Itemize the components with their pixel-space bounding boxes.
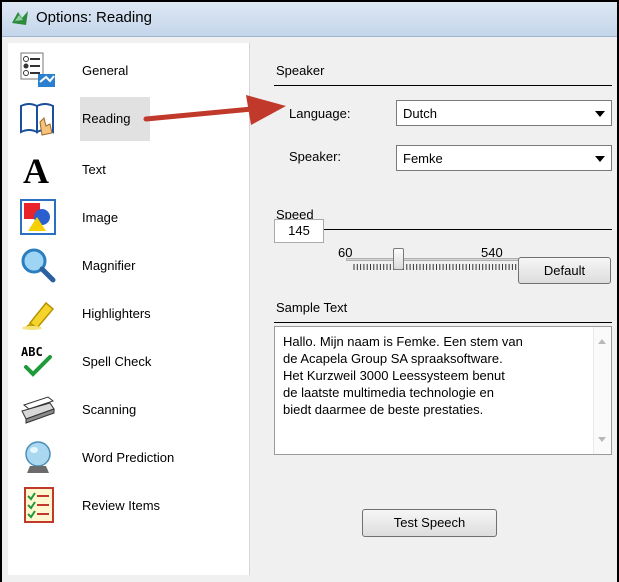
speaker-section-title: Speaker	[276, 63, 325, 78]
book-hand-icon	[20, 103, 54, 136]
sidebar-item-reading[interactable]: Reading	[8, 94, 249, 142]
speaker-value: Femke	[403, 151, 443, 166]
sidebar-item-magnifier[interactable]: Magnifier	[8, 241, 249, 289]
default-button[interactable]: Default	[518, 257, 611, 284]
sidebar-item-image[interactable]: Image	[8, 193, 249, 241]
sidebar-item-label: Scanning	[82, 402, 137, 417]
checklist-icon	[24, 487, 54, 523]
tick-marks	[353, 264, 517, 270]
options-sidebar: General Reading A Text Image Magnifier H…	[8, 43, 250, 575]
sidebar-item-label: Magnifier	[82, 258, 136, 273]
sidebar-item-label: Highlighters	[82, 306, 151, 321]
sidebar-item-label: Spell Check	[82, 354, 152, 369]
section-divider	[274, 85, 612, 86]
speaker-label: Speaker:	[289, 149, 342, 164]
scanner-icon	[21, 396, 55, 424]
letter-a-icon: A	[23, 151, 49, 187]
window-title: Options: Reading	[36, 9, 152, 26]
sidebar-item-word-prediction[interactable]: Word Prediction	[8, 433, 249, 481]
sidebar-item-general[interactable]: General	[8, 46, 249, 94]
svg-text:ABC: ABC	[21, 345, 43, 359]
sample-scrollbar[interactable]	[593, 327, 611, 454]
sidebar-item-label: Reading	[82, 111, 131, 126]
crystal-ball-icon	[25, 441, 51, 473]
spell-check-icon: ABC	[21, 345, 52, 377]
speaker-select[interactable]: Femke	[396, 145, 612, 171]
sample-text-content: Hallo. Mijn naam is Femke. Een stem van …	[283, 334, 523, 417]
sidebar-item-label: General	[82, 63, 129, 78]
app-icon	[12, 11, 28, 25]
language-value: Dutch	[403, 106, 437, 121]
options-list-icon	[20, 52, 55, 87]
language-select[interactable]: Dutch	[396, 100, 612, 126]
scroll-down-icon[interactable]	[598, 437, 606, 442]
svg-text:A: A	[23, 151, 49, 187]
sidebar-item-label: Word Prediction	[82, 450, 175, 465]
magnifier-icon	[21, 248, 56, 283]
sidebar-item-label: Text	[82, 162, 106, 177]
highlighter-icon	[22, 301, 55, 330]
sidebar-item-review-items[interactable]: Review Items	[8, 481, 249, 529]
sample-section-title: Sample Text	[276, 300, 348, 315]
speed-slider-thumb[interactable]	[392, 248, 404, 270]
title-bar: Options: Reading	[0, 0, 619, 37]
sidebar-item-scanning[interactable]: Scanning	[8, 385, 249, 433]
sidebar-item-spell-check[interactable]: ABC Spell Check	[8, 337, 249, 385]
test-speech-button[interactable]: Test Speech	[362, 509, 497, 537]
sidebar-item-highlighters[interactable]: Highlighters	[8, 289, 249, 337]
sidebar-item-text[interactable]: A Text	[8, 145, 249, 193]
section-divider	[274, 229, 612, 230]
slider-ticks	[353, 264, 517, 270]
sidebar-item-label: Review Items	[82, 498, 161, 513]
shapes-icon	[20, 199, 56, 235]
chevron-down-icon	[595, 111, 605, 117]
section-divider	[274, 322, 612, 323]
speed-value-field[interactable]: 145	[274, 219, 324, 243]
scroll-up-icon[interactable]	[598, 339, 606, 344]
language-label: Language:	[289, 106, 351, 121]
sidebar-item-label: Image	[82, 210, 119, 225]
chevron-down-icon	[595, 156, 605, 162]
sample-text-area[interactable]: Hallo. Mijn naam is Femke. Een stem van …	[274, 326, 612, 455]
